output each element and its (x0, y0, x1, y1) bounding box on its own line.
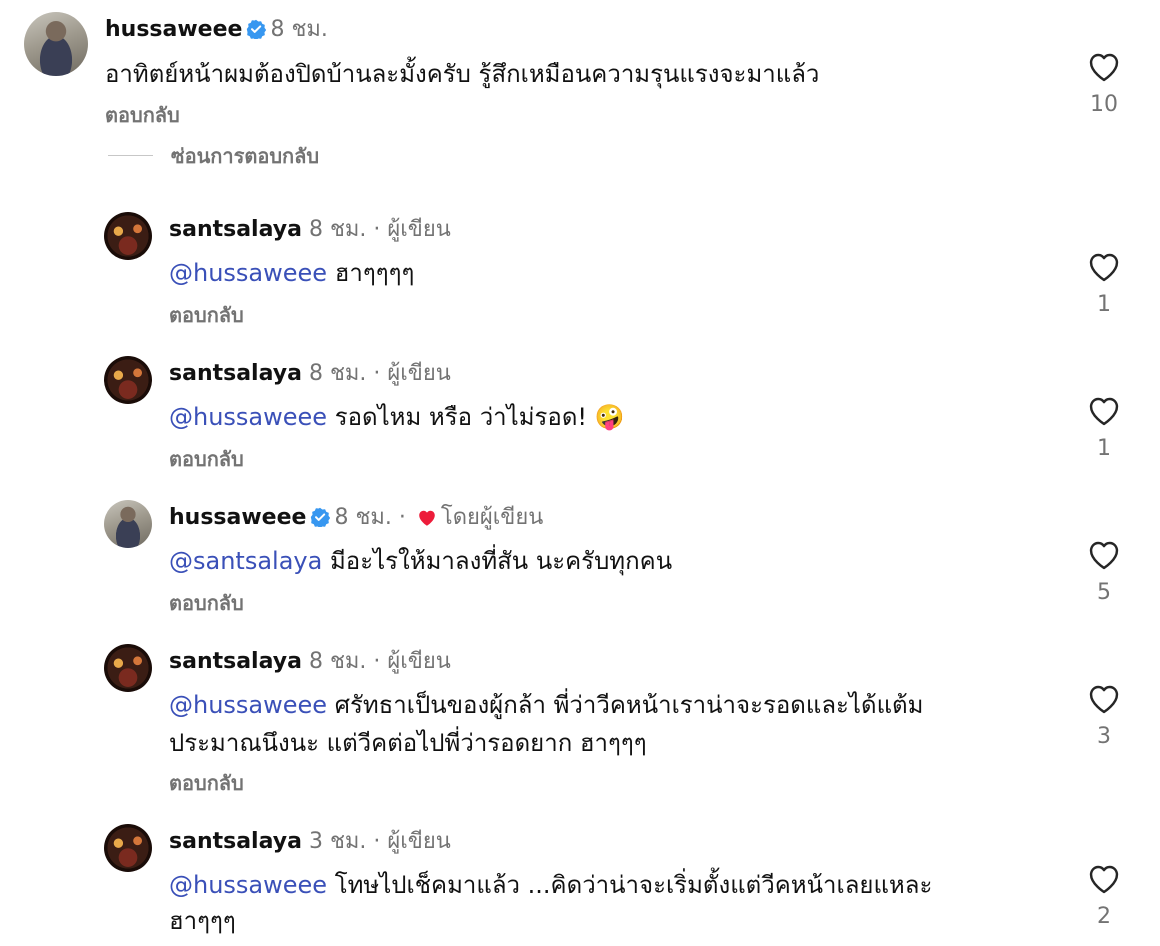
username[interactable]: hussaweee (105, 17, 242, 42)
comment-text-line: อาทิตย์หน้าผมต้องปิดบ้านละมั้งครับ รู้สึ… (105, 60, 820, 88)
comment-header: hussaweee 8 ชม. (105, 16, 328, 44)
avatar[interactable] (24, 12, 88, 76)
divider (108, 155, 153, 156)
username[interactable]: santsalaya (169, 649, 302, 674)
heart-outline-icon (1089, 253, 1119, 282)
like-count: 10 (1090, 92, 1118, 117)
comment-text: @hussaweee ศรัทธาเป็นของผู้กล้า พี่ว่าวี… (169, 686, 923, 724)
comment-text-continued: ประมาณนึงนะ แต่วีคต่อไปพี่ว่ารอดยาก ฮาๆๆ… (169, 724, 647, 762)
comment-text: @hussaweee รอดไหม หรือ ว่าไม่รอด! 🤪 (169, 398, 625, 436)
comment-header: santsalaya 8 ชม. · ผู้เขียน (169, 216, 451, 244)
timestamp: 8 ชม. (334, 505, 392, 530)
heart-filled-icon (419, 510, 435, 526)
author-badge: · ผู้เขียน (373, 829, 451, 854)
timestamp: 3 ชม. (308, 829, 367, 854)
username[interactable]: santsalaya (169, 361, 302, 386)
mention-link[interactable]: @hussaweee (169, 691, 327, 719)
avatar[interactable] (104, 644, 152, 692)
separator-dot: · (398, 505, 406, 530)
comment-text-line: ประมาณนึงนะ แต่วีคต่อไปพี่ว่ารอดยาก ฮาๆๆ… (169, 729, 647, 757)
comment-text-line: รอดไหม หรือ ว่าไม่รอด! 🤪 (334, 403, 625, 431)
comment-text-line: ฮาๆๆๆ (169, 907, 236, 935)
liked-by-author-label: โดยผู้เขียน (440, 505, 544, 530)
comment-text: @hussaweee ฮาๆๆๆๆ (169, 254, 414, 292)
comment-text: อาทิตย์หน้าผมต้องปิดบ้านละมั้งครับ รู้สึ… (105, 55, 819, 93)
comment-text-line: มีอะไรให้มาลงที่สัน นะครับทุกคน (329, 547, 673, 575)
reply-button[interactable]: ตอบกลับ (169, 302, 244, 328)
heart-outline-icon (1089, 541, 1119, 570)
like-button[interactable]: 2 (1074, 864, 1134, 930)
like-button[interactable]: 3 (1074, 684, 1134, 750)
mention-link[interactable]: @santsalaya (169, 547, 322, 575)
heart-outline-icon (1089, 53, 1119, 82)
like-button[interactable]: 5 (1074, 540, 1134, 606)
heart-outline-icon (1089, 685, 1119, 714)
avatar[interactable] (104, 824, 152, 872)
verified-badge-icon (247, 19, 267, 39)
reply-button[interactable]: ตอบกลับ (169, 770, 244, 796)
comment-text: @hussaweee โทษไปเช็คมาแล้ว ...คิดว่าน่าจ… (169, 866, 932, 904)
author-badge: · ผู้เขียน (373, 217, 451, 242)
timestamp: 8 ชม. (270, 17, 328, 42)
reply-button[interactable]: ตอบกลับ (169, 446, 244, 472)
mention-link[interactable]: @hussaweee (169, 871, 327, 899)
like-count: 1 (1097, 436, 1111, 461)
comment-text-line: ศรัทธาเป็นของผู้กล้า พี่ว่าวีคหน้าเราน่า… (334, 691, 924, 719)
comment-header: santsalaya 8 ชม. · ผู้เขียน (169, 360, 451, 388)
comment-text: @santsalaya มีอะไรให้มาลงที่สัน นะครับทุ… (169, 542, 672, 580)
hide-replies-label: ซ่อนการตอบกลับ (171, 144, 320, 168)
comment-header: santsalaya 3 ชม. · ผู้เขียน (169, 828, 451, 856)
comment-text-line: ฮาๆๆๆๆ (334, 259, 415, 287)
heart-outline-icon (1089, 397, 1119, 426)
comment-text-continued: ฮาๆๆๆ (169, 902, 236, 940)
author-badge: · ผู้เขียน (373, 649, 451, 674)
reply-button[interactable]: ตอบกลับ (169, 590, 244, 616)
timestamp: 8 ชม. (308, 361, 367, 386)
username[interactable]: santsalaya (169, 829, 302, 854)
comment-header: santsalaya 8 ชม. · ผู้เขียน (169, 648, 451, 676)
like-button[interactable]: 1 (1074, 396, 1134, 462)
comment-text-line: โทษไปเช็คมาแล้ว ...คิดว่าน่าจะเริ่มตั้งแ… (334, 871, 933, 899)
username[interactable]: hussaweee (169, 505, 306, 530)
timestamp: 8 ชม. (308, 649, 367, 674)
author-badge: · ผู้เขียน (373, 361, 451, 386)
comment-header: hussaweee 8 ชม. · โดยผู้เขียน (169, 504, 543, 532)
like-count: 3 (1097, 724, 1111, 749)
avatar[interactable] (104, 356, 152, 404)
like-count: 2 (1097, 904, 1111, 929)
avatar[interactable] (104, 500, 152, 548)
username[interactable]: santsalaya (169, 217, 302, 242)
verified-badge-icon (311, 507, 331, 527)
avatar[interactable] (104, 212, 152, 260)
reply-button[interactable]: ตอบกลับ (105, 102, 180, 128)
timestamp: 8 ชม. (308, 217, 367, 242)
like-button[interactable]: 10 (1074, 52, 1134, 118)
like-button[interactable]: 1 (1074, 252, 1134, 318)
mention-link[interactable]: @hussaweee (169, 403, 327, 431)
like-count: 5 (1097, 580, 1111, 605)
like-count: 1 (1097, 292, 1111, 317)
heart-outline-icon (1089, 865, 1119, 894)
mention-link[interactable]: @hussaweee (169, 259, 327, 287)
